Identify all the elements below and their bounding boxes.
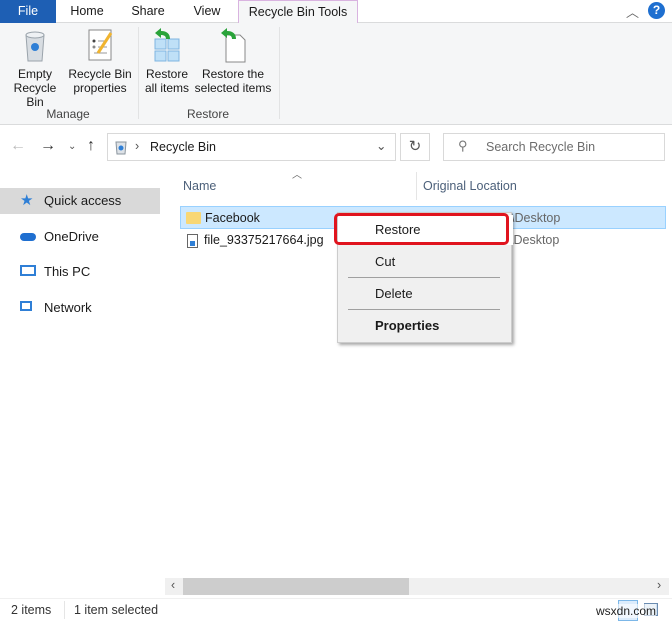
label: Recycle Bin bbox=[13, 81, 57, 109]
search-placeholder: Search Recycle Bin bbox=[486, 140, 596, 154]
group-divider bbox=[138, 27, 139, 119]
restore-highlight-box bbox=[334, 213, 509, 245]
restore-selected-icon bbox=[221, 28, 246, 63]
group-label-restore: Restore bbox=[186, 107, 230, 121]
cloud-icon bbox=[20, 233, 36, 241]
sort-ascending-icon: ︿ bbox=[292, 170, 302, 181]
label: all items bbox=[144, 81, 189, 95]
column-header-original-location[interactable]: Original Location bbox=[423, 179, 517, 193]
label: Restore bbox=[145, 67, 189, 81]
label: Quick access bbox=[44, 193, 122, 208]
back-button[interactable]: ← bbox=[10, 137, 26, 155]
status-selection: 1 item selected bbox=[74, 603, 159, 617]
label: properties bbox=[73, 81, 127, 95]
restore-all-icon bbox=[154, 28, 180, 62]
group-divider bbox=[279, 27, 280, 119]
ribbon: Empty Recycle Bin Recycle Bin properties… bbox=[0, 23, 672, 125]
recent-locations-icon[interactable]: ⌄ bbox=[68, 141, 76, 152]
recycle-bin-properties-button[interactable]: Recycle Bin properties bbox=[68, 27, 132, 95]
label: selected items bbox=[194, 81, 272, 95]
scroll-left-icon[interactable]: ‹ bbox=[171, 578, 175, 592]
file-name: file_93375217664.jpg bbox=[204, 233, 324, 247]
breadcrumb-separator: › bbox=[135, 139, 140, 153]
restore-all-items-button[interactable]: Restore all items bbox=[142, 27, 192, 95]
address-bar[interactable]: › Recycle Bin ⌄ bbox=[107, 133, 396, 161]
label: Empty bbox=[17, 67, 52, 81]
help-icon[interactable]: ? bbox=[648, 2, 665, 19]
folder-icon bbox=[186, 212, 201, 224]
label: Recycle Bin bbox=[68, 67, 132, 81]
image-file-icon bbox=[187, 234, 198, 248]
menu-item-cut[interactable]: Cut bbox=[338, 247, 513, 277]
label: Network bbox=[44, 300, 92, 315]
scrollbar-thumb[interactable] bbox=[183, 578, 409, 595]
label: This PC bbox=[44, 264, 91, 279]
recycle-bin-icon bbox=[115, 141, 127, 155]
status-bar: 2 items 1 item selected wsxdn.com bbox=[0, 598, 672, 623]
tab-file[interactable]: File bbox=[0, 0, 56, 23]
breadcrumb-recycle-bin[interactable]: Recycle Bin bbox=[150, 140, 216, 154]
tab-home[interactable]: Home bbox=[58, 0, 116, 23]
tab-view[interactable]: View bbox=[180, 0, 234, 23]
menu-separator bbox=[348, 309, 500, 310]
address-dropdown-icon[interactable]: ⌄ bbox=[376, 138, 386, 153]
properties-icon bbox=[88, 29, 113, 61]
sidebar-item-network[interactable]: Network bbox=[0, 295, 160, 321]
sidebar-item-quick-access[interactable]: ★ Quick access bbox=[0, 188, 160, 214]
scroll-right-icon[interactable]: › bbox=[657, 578, 661, 592]
recycle-bin-icon bbox=[25, 31, 45, 62]
status-divider bbox=[64, 601, 65, 619]
sidebar-item-onedrive[interactable]: OneDrive bbox=[0, 224, 160, 250]
sidebar-item-this-pc[interactable]: This PC bbox=[0, 259, 160, 285]
file-name: Facebook bbox=[205, 211, 260, 225]
column-divider[interactable] bbox=[416, 172, 417, 200]
watermark: wsxdn.com bbox=[596, 604, 657, 618]
horizontal-scrollbar[interactable]: ‹ › bbox=[165, 578, 669, 595]
label: OneDrive bbox=[44, 229, 99, 244]
up-button[interactable]: ↑ bbox=[87, 137, 95, 155]
tab-share[interactable]: Share bbox=[120, 0, 176, 23]
label: Restore the bbox=[201, 67, 265, 81]
file-location: \Desktop bbox=[510, 233, 560, 247]
menu-separator bbox=[348, 277, 500, 278]
search-input[interactable]: ⚲ Search Recycle Bin bbox=[443, 133, 665, 161]
refresh-button[interactable]: ↻ bbox=[400, 133, 430, 161]
ribbon-tabs: File Home Share View Recycle Bin Tools ︿… bbox=[0, 0, 672, 24]
file-location: \Desktop bbox=[511, 211, 561, 225]
menu-item-delete[interactable]: Delete bbox=[338, 279, 513, 309]
menu-item-properties[interactable]: Properties bbox=[338, 311, 513, 341]
tab-recycle-bin-tools[interactable]: Recycle Bin Tools bbox=[238, 0, 358, 24]
restore-selected-items-button[interactable]: Restore the selected items bbox=[194, 27, 272, 95]
forward-button[interactable]: → bbox=[40, 137, 56, 155]
collapse-ribbon-icon[interactable]: ︿ bbox=[626, 2, 639, 21]
search-icon: ⚲ bbox=[458, 138, 468, 153]
computer-icon bbox=[20, 265, 36, 276]
network-icon bbox=[20, 301, 32, 311]
group-label-manage: Manage bbox=[46, 107, 90, 121]
status-item-count: 2 items bbox=[11, 603, 52, 617]
star-icon: ★ bbox=[20, 192, 34, 209]
column-header-name[interactable]: Name bbox=[183, 179, 216, 193]
empty-recycle-bin-button[interactable]: Empty Recycle Bin bbox=[4, 27, 66, 109]
